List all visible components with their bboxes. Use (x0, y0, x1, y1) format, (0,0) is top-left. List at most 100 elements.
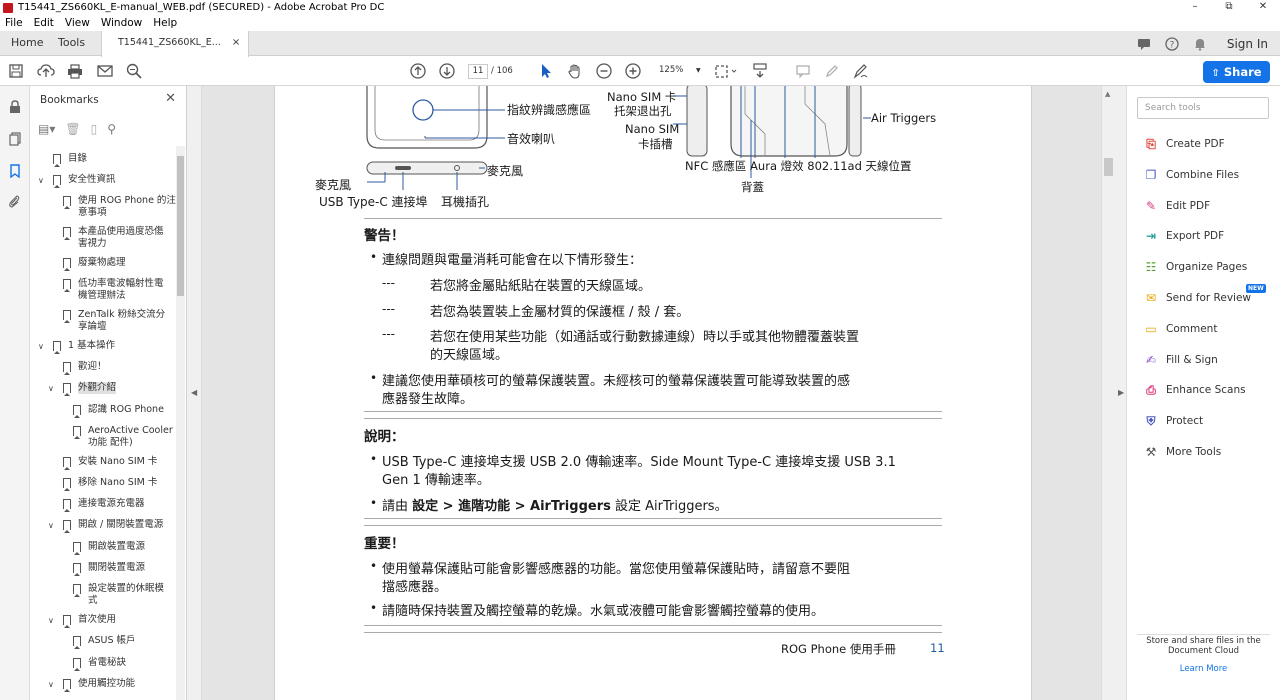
important-bullet-1b: 擋感應器。 (382, 580, 448, 595)
bookmark-icon (73, 636, 81, 649)
bookmark-label-line2: 害視力 (78, 238, 107, 249)
previous-page-icon[interactable] (409, 63, 427, 81)
upload-cloud-icon[interactable] (37, 63, 55, 81)
close-window-button[interactable]: ✕ (1246, 0, 1280, 15)
page-thumbnails-icon[interactable] (8, 132, 22, 146)
select-cursor-icon[interactable] (537, 63, 555, 81)
comment-icon[interactable] (794, 63, 812, 81)
menu-window[interactable]: Window (101, 17, 142, 29)
tool-organize-pages[interactable]: ☷ Organize Pages (1143, 258, 1273, 276)
bookmark-icon (73, 563, 81, 576)
tool-more-tools[interactable]: ⚒ More Tools (1143, 443, 1273, 461)
tab-document[interactable]: T15441_ZS660KL_E... × (101, 31, 250, 57)
find-bookmark-icon[interactable]: ⚲ (107, 122, 116, 136)
expand-chevron-icon[interactable]: ∨ (48, 679, 54, 691)
menu-file[interactable]: File (5, 17, 23, 29)
minimize-button[interactable]: – (1178, 0, 1212, 15)
expand-chevron-icon[interactable]: ∨ (48, 383, 54, 395)
tool-label: Comment (1166, 322, 1218, 335)
bookmark-icon (63, 310, 71, 323)
new-bookmark-icon[interactable]: ▯ (91, 122, 98, 136)
close-panel-icon[interactable]: ✕ (165, 91, 176, 106)
restore-button[interactable]: ⧉ (1212, 0, 1246, 15)
help-icon[interactable]: ? (1165, 36, 1179, 51)
document-scrollbar[interactable]: ▲ (1101, 86, 1115, 700)
print-icon[interactable] (66, 63, 84, 81)
bookmark-options-icon[interactable]: ▤▾ (38, 122, 55, 136)
bookmarks-scroll-thumb[interactable] (177, 156, 184, 296)
bookmarks-scrollbar[interactable] (176, 146, 185, 700)
next-page-icon[interactable] (438, 63, 456, 81)
page-fit-icon[interactable] (714, 63, 738, 81)
document-scroll-thumb[interactable] (1104, 158, 1113, 176)
zoom-in-icon[interactable] (624, 63, 642, 81)
tool-combine-files[interactable]: ❐ Combine Files (1143, 166, 1273, 184)
main-toolbar: 11 / 106 125% ▼ ⇧ Share (0, 57, 1280, 86)
warning-detail-1: 若您將金屬貼紙貼在裝置的天線區域。 (430, 279, 652, 294)
zoom-level-dropdown[interactable]: 125% ▼ (653, 64, 701, 79)
tools-pane: Search tools ⎘ Create PDF ❐ Combine Files ✎ E… (1127, 86, 1280, 700)
scroll-up-icon[interactable]: ▲ (1105, 90, 1110, 98)
svg-text:?: ? (1169, 40, 1174, 50)
menu-edit[interactable]: Edit (34, 17, 54, 29)
tool-enhance-scans[interactable]: ⎙ Enhance Scans (1143, 381, 1273, 399)
tool-fill-sign[interactable]: ✍ Fill & Sign (1143, 351, 1273, 369)
notifications-bell-icon[interactable] (1193, 37, 1207, 51)
menu-view[interactable]: View (65, 17, 90, 29)
expand-chevron-icon[interactable]: ∨ (48, 615, 54, 627)
page-number-input[interactable]: 11 (468, 64, 488, 79)
expand-chevron-icon[interactable]: ∨ (38, 341, 44, 353)
footer-page-number: 11 (930, 641, 945, 655)
tool-export-pdf[interactable]: ⇥ Export PDF (1143, 227, 1273, 245)
warning-detail-3b: 的天線區域。 (430, 348, 509, 363)
divider (1137, 634, 1270, 635)
bullet-dot: • (370, 452, 378, 466)
bookmark-icon (73, 658, 81, 671)
save-icon[interactable] (7, 63, 25, 81)
sign-pen-icon[interactable] (852, 63, 870, 81)
organize-pages-icon: ☷ (1145, 260, 1157, 275)
hand-tool-icon[interactable] (566, 63, 584, 81)
sign-in-link[interactable]: Sign In (1227, 37, 1268, 51)
search-icon[interactable] (125, 63, 143, 81)
chat-icon[interactable] (1137, 37, 1151, 51)
expand-chevron-icon[interactable]: ∨ (48, 520, 54, 532)
tab-home[interactable]: Home (11, 31, 43, 56)
bookmark-label: AeroActive Cooler (88, 425, 173, 436)
scrolling-mode-icon[interactable] (751, 63, 769, 81)
share-button[interactable]: ⇧ Share (1203, 61, 1270, 83)
left-pane-collapse[interactable]: ◀ (187, 86, 202, 700)
tool-protect[interactable]: ⛨ Protect (1143, 412, 1273, 430)
highlight-pen-icon[interactable] (823, 63, 841, 81)
search-tools-input[interactable]: Search tools (1137, 97, 1269, 119)
left-nav-rail (0, 86, 30, 700)
tool-edit-pdf[interactable]: ✎ Edit PDF (1143, 197, 1273, 215)
label-bottom-features: NFC 感應區 Aura 燈效 802.11ad 天線位置 (685, 159, 912, 173)
edit-pdf-icon: ✎ (1145, 198, 1157, 213)
divider (364, 625, 942, 626)
email-icon[interactable] (96, 63, 114, 81)
document-viewport[interactable]: 指紋辨識感應區 音效喇叭 麥克風 麥克風 USB Type-C 連接埠 耳機插孔… (202, 86, 1101, 700)
lock-icon[interactable] (8, 100, 22, 114)
zoom-out-icon[interactable] (595, 63, 613, 81)
menu-help[interactable]: Help (153, 17, 177, 29)
attachments-paperclip-icon[interactable] (8, 194, 22, 208)
tool-create-pdf[interactable]: ⎘ Create PDF (1143, 135, 1273, 153)
divider (364, 518, 942, 519)
tool-comment[interactable]: ▭ Comment (1143, 320, 1273, 338)
tool-label: Send for Review (1166, 292, 1252, 304)
learn-more-link[interactable]: Learn More (1127, 664, 1280, 674)
note-bullet-2-pre: 請由 (382, 499, 413, 514)
bookmark-icon (63, 227, 71, 240)
expand-chevron-icon[interactable]: ∨ (38, 175, 44, 187)
tab-tools[interactable]: Tools (58, 31, 85, 56)
tab-close-icon[interactable]: × (232, 37, 240, 48)
dash-3: --- (382, 327, 395, 341)
delete-bookmark-icon[interactable]: 🗑 (65, 122, 80, 136)
right-pane-collapse[interactable]: ▶ (1115, 86, 1127, 700)
tool-label: Enhance Scans (1166, 384, 1246, 397)
bookmarks-panel-icon[interactable] (8, 164, 22, 179)
collapse-right-icon: ▶ (1118, 388, 1125, 397)
warning-title: 警告！ (364, 228, 405, 244)
label-nano-tray-2: 托架退出孔 (614, 104, 672, 118)
